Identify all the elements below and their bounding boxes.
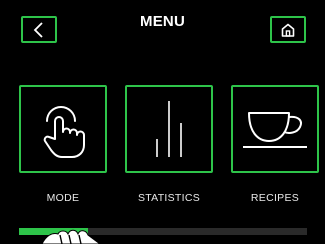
recipes-label: RECIPES <box>250 192 300 204</box>
mode-tile[interactable] <box>19 85 107 173</box>
touch-hand-icon <box>43 106 85 158</box>
statistics-label: STATISTICS <box>137 192 201 204</box>
home-icon <box>281 23 295 37</box>
mode-label: MODE <box>46 192 80 204</box>
home-button[interactable] <box>270 16 306 43</box>
recipes-tile[interactable] <box>231 85 319 173</box>
bar-lines-icon <box>156 101 182 157</box>
coffee-cup-icon <box>243 112 307 148</box>
swipe-hand-icon <box>41 229 101 244</box>
statistics-tile[interactable] <box>125 85 213 173</box>
